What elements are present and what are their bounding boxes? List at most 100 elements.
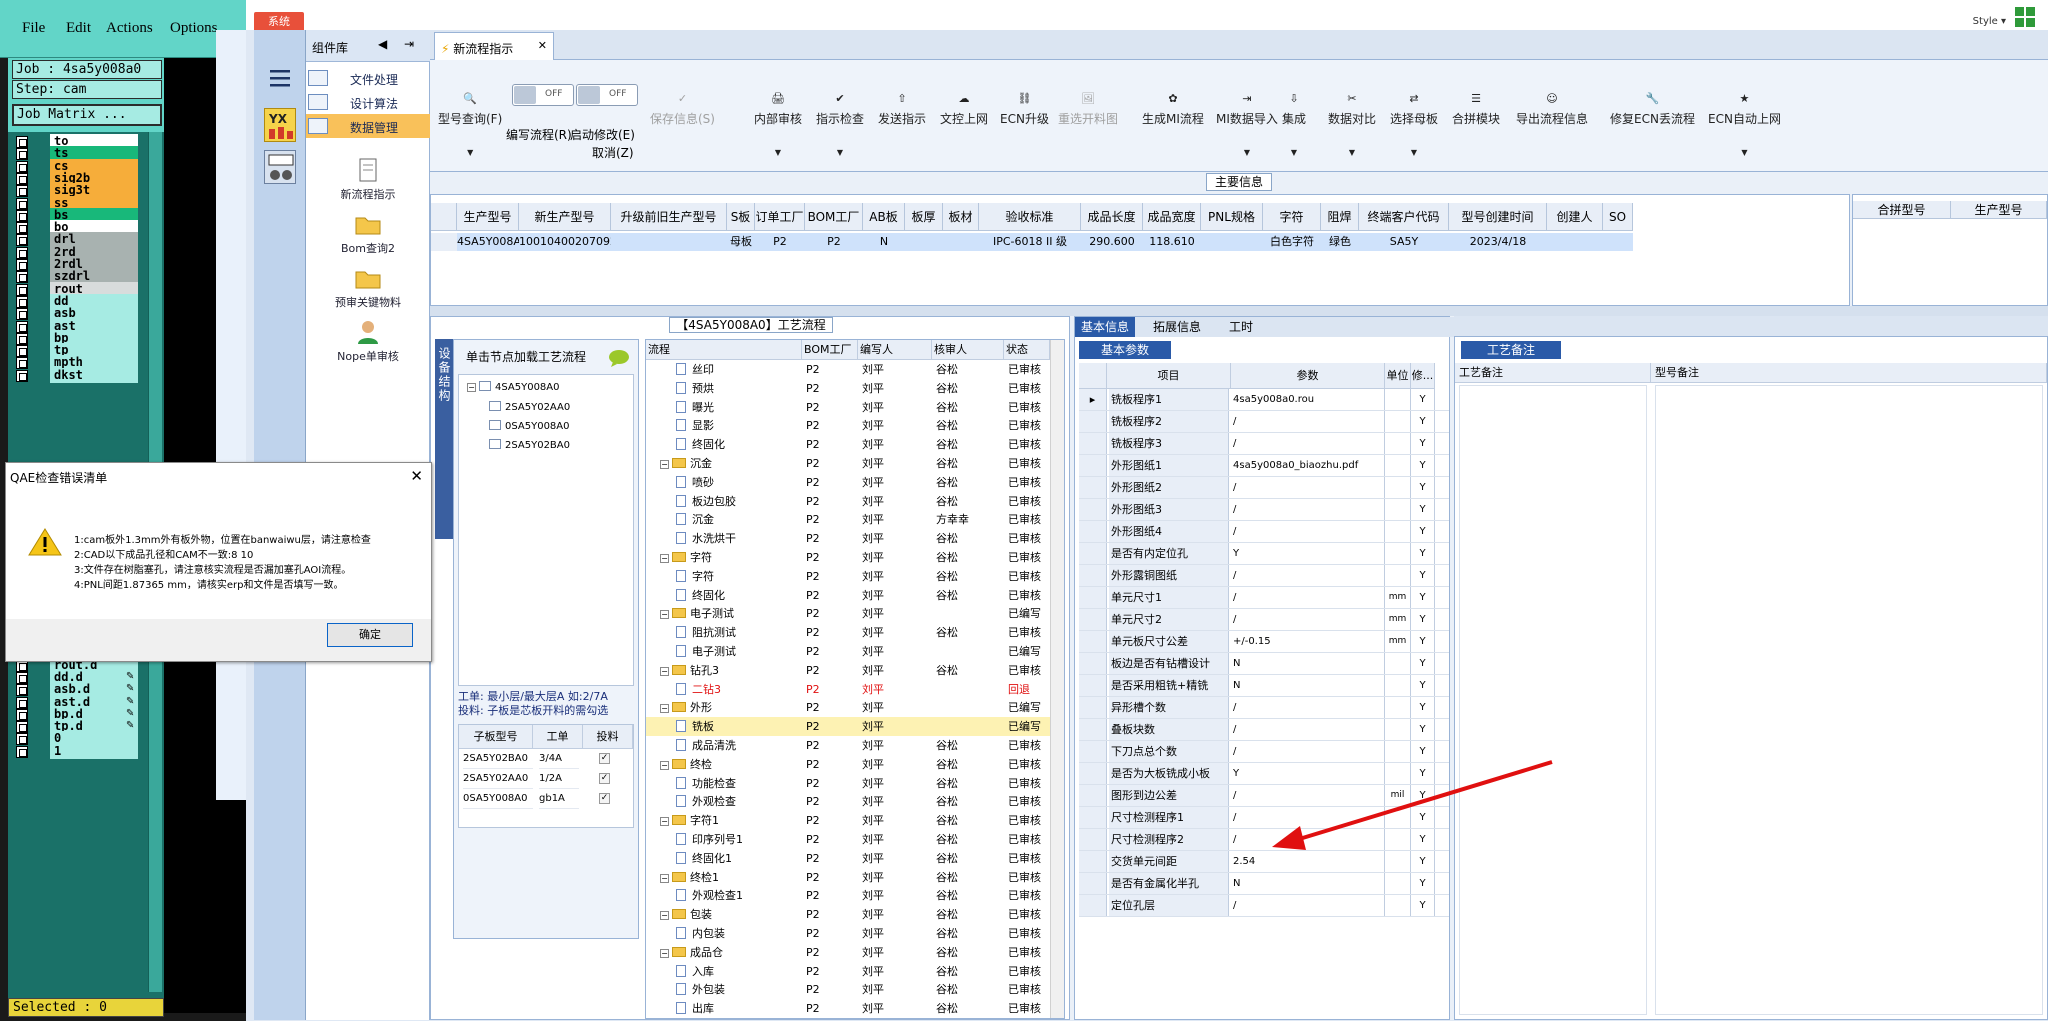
process-step-row[interactable]: 终固化1 P2 刘平 谷松 已审核 — [646, 849, 1050, 868]
param-value-cell[interactable]: 2.54 — [1231, 851, 1385, 872]
new-flow-instruction-item[interactable]: 新流程指示 — [306, 156, 430, 202]
master-cell[interactable]: P2 — [755, 233, 805, 251]
param-value-cell[interactable]: Y — [1231, 543, 1385, 564]
ok-button[interactable]: 确定 — [327, 623, 413, 647]
param-row[interactable]: 单元尺寸2/mm Y — [1079, 609, 1449, 631]
param-row[interactable]: 单元板尺寸公差 +/-0.15 mm Y — [1079, 631, 1449, 653]
toolbar-button[interactable]: ☁ 文控上网 — [940, 92, 988, 127]
master-cell[interactable]: 绿色 — [1321, 233, 1359, 251]
param-row[interactable]: 外形图纸3/ Y — [1079, 499, 1449, 521]
process-step-row[interactable]: − 外形 P2 刘平 已编写 — [646, 698, 1050, 717]
menu-edit[interactable]: Edit — [66, 20, 91, 37]
hamburger-menu-icon[interactable] — [262, 64, 298, 92]
sub-board-cell[interactable]: 2SA5Y02AA0 — [463, 769, 533, 789]
param-value-cell[interactable]: / — [1231, 499, 1385, 520]
param-value-cell[interactable]: / — [1231, 609, 1385, 630]
param-value-cell[interactable]: / — [1231, 719, 1385, 740]
sub-board-cell[interactable]: 2SA5Y02BA0 — [463, 749, 533, 769]
process-step-row[interactable]: − 终检 P2 刘平 谷松 已审核 — [646, 755, 1050, 774]
collapse-icon[interactable]: − — [660, 666, 669, 676]
master-cell[interactable]: 白色字符 — [1263, 233, 1321, 251]
layer-row[interactable]: 1 — [8, 743, 164, 760]
close-icon[interactable]: ✕ — [410, 467, 423, 485]
nope-review-item[interactable]: Nope单审核 — [306, 318, 430, 364]
process-step-row[interactable]: 沉金 P2 刘平 方幸幸 已审核 — [646, 510, 1050, 529]
process-step-row[interactable]: − 终检1 P2 刘平 谷松 已审核 — [646, 868, 1050, 887]
master-cell[interactable] — [1603, 233, 1633, 251]
process-step-row[interactable]: 板边包胶 P2 刘平 谷松 已审核 — [646, 492, 1050, 511]
master-cell[interactable]: SA5Y — [1359, 233, 1449, 251]
collapse-icon[interactable]: − — [660, 911, 669, 921]
master-cell[interactable]: 4SA5Y008A0 — [457, 233, 519, 251]
master-cell[interactable] — [905, 233, 943, 251]
process-step-row[interactable]: − 钻孔3 P2 刘平 谷松 已审核 — [646, 661, 1050, 680]
work-order-cell[interactable]: 1/2A — [539, 769, 579, 789]
param-value-cell[interactable]: N — [1231, 653, 1385, 674]
tree-node-root[interactable]: −4SA5Y008A0 — [467, 381, 560, 393]
param-value-cell[interactable]: / — [1231, 521, 1385, 542]
menu-options[interactable]: Options — [170, 20, 218, 37]
feed-checkbox[interactable]: ✓ — [599, 773, 610, 784]
toolbar-button[interactable]: ✔ 指示检查 ▼ — [816, 92, 864, 157]
process-step-row[interactable]: 丝印 P2 刘平 谷松 已审核 — [646, 360, 1050, 379]
tree-node-child[interactable]: 0SA5Y008A0 — [489, 420, 570, 432]
menu-file[interactable]: File — [22, 20, 45, 37]
process-step-row[interactable]: 出库 P2 刘平 谷松 已审核 — [646, 999, 1050, 1018]
process-step-row[interactable]: 电子测试 P2 刘平 已编写 — [646, 642, 1050, 661]
process-step-row[interactable]: 字符 P2 刘平 谷松 已审核 — [646, 567, 1050, 586]
param-value-cell[interactable]: +/-0.15 — [1231, 631, 1385, 652]
param-row[interactable]: 外形图纸4/ Y — [1079, 521, 1449, 543]
process-step-row[interactable]: − 成品仓 P2 刘平 谷松 已审核 — [646, 943, 1050, 962]
process-step-row[interactable]: 终固化 P2 刘平 谷松 已审核 — [646, 586, 1050, 605]
param-row[interactable]: 单元尺寸1/mm Y — [1079, 587, 1449, 609]
param-value-cell[interactable]: Y — [1231, 763, 1385, 784]
process-step-row[interactable]: 预烘 P2 刘平 谷松 已审核 — [646, 379, 1050, 398]
master-cell[interactable]: N — [863, 233, 905, 251]
side-item-data-management[interactable]: 数据管理 — [306, 114, 430, 138]
param-row[interactable]: 外形图纸2/ Y — [1079, 477, 1449, 499]
chevron-down-icon[interactable]: ▼ — [467, 148, 473, 157]
param-row[interactable]: 尺寸检测程序2/ Y — [1079, 829, 1449, 851]
process-step-row[interactable]: 入库 P2 刘平 谷松 已审核 — [646, 962, 1050, 981]
chevron-down-icon[interactable]: ▼ — [1349, 148, 1355, 157]
process-step-row[interactable]: 显影 P2 刘平 谷松 已审核 — [646, 416, 1050, 435]
process-step-row[interactable]: 内包装 P2 刘平 谷松 已审核 — [646, 924, 1050, 943]
toolbar-button[interactable]: ⇩ 集成 ▼ — [1282, 92, 1306, 157]
toolbar-button[interactable]: ✿ 生成MI流程 — [1142, 92, 1204, 127]
master-cell[interactable]: 2023/4/18 — [1449, 233, 1547, 251]
master-cell[interactable]: 母板 — [727, 233, 755, 251]
process-step-row[interactable]: − 字符1 P2 刘平 谷松 已审核 — [646, 811, 1050, 830]
chevron-down-icon[interactable]: ▼ — [1244, 148, 1250, 157]
toolbar-button[interactable]: ⇥ MI数据导入 ▼ — [1216, 92, 1278, 157]
param-row[interactable]: 尺寸检测程序1/ Y — [1079, 807, 1449, 829]
param-row[interactable]: 是否有内定位孔 Y Y — [1079, 543, 1449, 565]
start-edit-toggle[interactable]: OFF — [576, 84, 638, 106]
param-row[interactable]: 外形图纸1 4sa5y008a0_biaozhu.pdf Y — [1079, 455, 1449, 477]
chevron-down-icon[interactable]: ▼ — [1411, 148, 1417, 157]
param-row[interactable]: 是否采用粗铣+精铣 N Y — [1079, 675, 1449, 697]
side-item-design-algorithm[interactable]: 设计算法 — [306, 90, 430, 114]
param-row[interactable]: 下刀点总个数 / Y — [1079, 741, 1449, 763]
master-cell[interactable] — [611, 233, 727, 251]
param-row[interactable]: 图形到边公差 / mil Y — [1079, 785, 1449, 807]
master-cell[interactable] — [1201, 233, 1263, 251]
process-step-row[interactable]: − 电子测试 P2 刘平 已编写 — [646, 604, 1050, 623]
toolbar-button[interactable]: ⛓ ECN升级 — [1000, 92, 1049, 127]
layer-row[interactable]: dkst — [8, 367, 164, 384]
param-value-cell[interactable]: / — [1231, 807, 1385, 828]
param-value-cell[interactable]: / — [1231, 895, 1385, 916]
master-cell[interactable]: IPC-6018 II 级 — [979, 233, 1081, 251]
param-value-cell[interactable]: / — [1231, 587, 1385, 608]
tree-node-child[interactable]: 2SA5Y02AA0 — [489, 401, 570, 413]
layer-checkbox[interactable] — [16, 369, 28, 382]
model-notes-textarea[interactable] — [1655, 385, 2043, 1015]
process-step-row[interactable]: − 包装 P2 刘平 谷松 已审核 — [646, 905, 1050, 924]
tab-extended-info[interactable]: 拓展信息 — [1147, 317, 1207, 337]
process-step-row[interactable]: − 沉金 P2 刘平 谷松 已审核 — [646, 454, 1050, 473]
equipment-structure-vertical-tab[interactable]: 设备结构 — [435, 339, 453, 539]
param-value-cell[interactable]: 4sa5y008a0_biaozhu.pdf — [1231, 455, 1385, 476]
toolbar-button[interactable]: ✂ 数据对比 ▼ — [1328, 92, 1376, 157]
process-notes-textarea[interactable] — [1459, 385, 1647, 1015]
feed-checkbox[interactable]: ✓ — [599, 793, 610, 804]
param-value-cell[interactable]: / — [1231, 433, 1385, 454]
